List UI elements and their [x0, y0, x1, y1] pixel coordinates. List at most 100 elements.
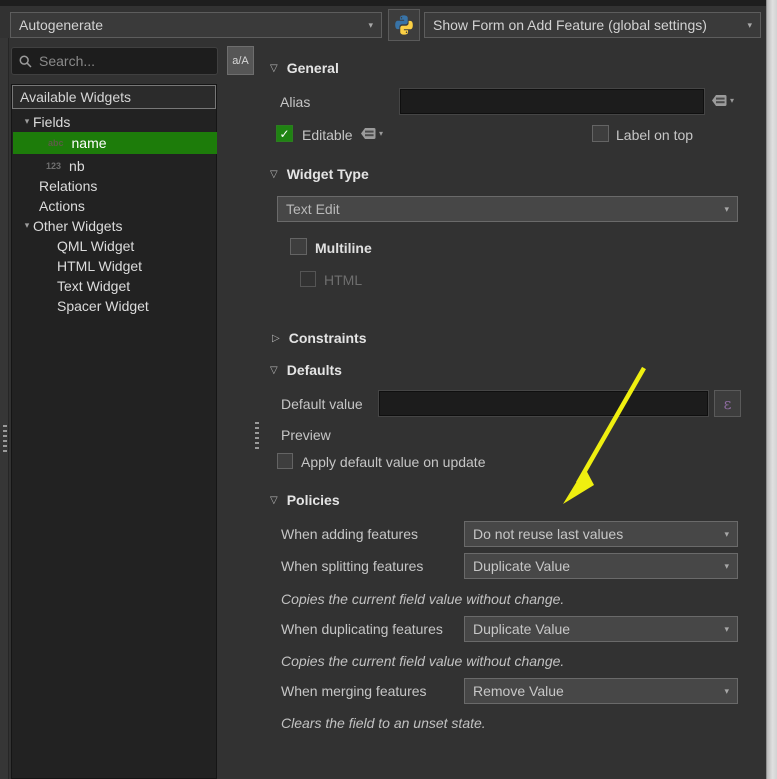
section-title: Widget Type: [287, 166, 369, 182]
section-expanded-icon: ▽: [270, 169, 278, 180]
when-adding-label: When adding features: [281, 526, 418, 542]
layout-mode-dropdown[interactable]: Autogenerate ▾: [10, 12, 382, 38]
label-on-top-checkbox[interactable]: [592, 125, 609, 142]
dock-edge: [0, 38, 9, 779]
tree-item-label: nb: [69, 158, 85, 174]
alias-input-wrap: [400, 89, 704, 114]
when-splitting-dropdown[interactable]: Duplicate Value ▾: [464, 553, 738, 579]
chevron-expanded-icon: ▾: [21, 116, 33, 127]
layout-mode-value: Autogenerate: [19, 17, 362, 33]
tree-item-label: Relations: [39, 178, 97, 194]
alias-input[interactable]: [401, 90, 703, 113]
section-title: Constraints: [289, 330, 367, 346]
numeric-field-type-icon: 123: [46, 161, 61, 171]
when-splitting-label: When splitting features: [281, 558, 423, 574]
python-init-function-button[interactable]: [388, 9, 420, 41]
when-duplicating-label: When duplicating features: [281, 621, 443, 637]
when-duplicating-dropdown[interactable]: Duplicate Value ▾: [464, 616, 738, 642]
tree-item-label: QML Widget: [57, 238, 134, 254]
form-open-behavior-value: Show Form on Add Feature (global setting…: [433, 17, 741, 33]
when-splitting-value: Duplicate Value: [473, 558, 718, 574]
when-duplicating-value: Duplicate Value: [473, 621, 718, 637]
widget-search[interactable]: [11, 47, 218, 75]
tree-item-label: Fields: [33, 114, 70, 130]
tree-item-label: Text Widget: [57, 278, 130, 294]
tree-item-fields[interactable]: ▾ Fields: [13, 111, 217, 132]
section-title: General: [287, 60, 339, 76]
editable-checkbox[interactable]: ✓: [276, 125, 293, 142]
form-open-behavior-dropdown[interactable]: Show Form on Add Feature (global setting…: [424, 12, 761, 38]
tree-item-label: HTML Widget: [57, 258, 142, 274]
attributes-form-settings-panel: Autogenerate ▾ Show Form on Add Feature …: [0, 0, 777, 779]
default-value-input-wrap: [379, 391, 708, 416]
check-icon: ✓: [279, 127, 289, 141]
chevron-down-icon: ▾: [362, 20, 373, 31]
available-widgets-panel: Available Widgets ▾ Fields abc name 123 …: [11, 84, 217, 779]
chevron-down-icon: ▾: [379, 129, 383, 138]
search-input[interactable]: [39, 53, 210, 69]
chevron-down-icon: ▾: [718, 204, 729, 215]
tree-item-label: Actions: [39, 198, 85, 214]
chevron-expanded-icon: ▾: [21, 220, 33, 231]
tree-item-name[interactable]: abc name: [13, 132, 217, 154]
tree-item-nb[interactable]: 123 nb: [13, 155, 217, 176]
apply-default-on-update-checkbox[interactable]: [277, 453, 293, 469]
editable-label: Editable: [302, 127, 353, 143]
section-expanded-icon: ▽: [270, 365, 278, 376]
epsilon-expression-icon: ε: [724, 395, 732, 413]
chevron-down-icon: ▾: [718, 686, 729, 697]
section-title: Defaults: [287, 362, 342, 378]
section-defaults[interactable]: ▽ Defaults: [270, 362, 342, 378]
tree-item-actions[interactable]: Actions: [13, 195, 217, 216]
chevron-down-icon: ▾: [718, 529, 729, 540]
splitting-policy-help: Copies the current field value without c…: [281, 591, 564, 607]
multiline-checkbox[interactable]: [290, 238, 307, 255]
default-value-input[interactable]: [380, 392, 707, 415]
case-sensitive-toggle[interactable]: a/A: [227, 46, 254, 75]
when-merging-label: When merging features: [281, 683, 427, 699]
when-adding-dropdown[interactable]: Do not reuse last values ▾: [464, 521, 738, 547]
editable-override-button[interactable]: ▾: [360, 126, 383, 141]
data-defined-override-icon: [711, 93, 728, 108]
chevron-down-icon: ▾: [718, 561, 729, 572]
tree-item-label: Other Widgets: [33, 218, 122, 234]
annotation-arrow: [550, 358, 660, 513]
html-label: HTML: [324, 272, 362, 288]
section-widget-type[interactable]: ▽ Widget Type: [270, 166, 369, 182]
tree-item-relations[interactable]: Relations: [13, 175, 217, 196]
section-title: Policies: [287, 492, 340, 508]
tree-item-label: name: [72, 135, 107, 151]
html-checkbox: [300, 271, 316, 287]
when-adding-value: Do not reuse last values: [473, 526, 718, 542]
tree-item-label: Spacer Widget: [57, 298, 149, 314]
widget-type-dropdown[interactable]: Text Edit ▾: [277, 196, 738, 222]
panel-splitter-handle[interactable]: [255, 422, 259, 450]
multiline-label: Multiline: [315, 240, 372, 256]
alias-override-button[interactable]: ▾: [711, 93, 734, 108]
when-merging-dropdown[interactable]: Remove Value ▾: [464, 678, 738, 704]
section-general[interactable]: ▽ General: [270, 60, 339, 76]
window-top-edge: [0, 0, 777, 6]
section-policies[interactable]: ▽ Policies: [270, 492, 340, 508]
tree-item-html-widget[interactable]: HTML Widget: [13, 255, 217, 276]
tree-item-other-widgets[interactable]: ▾ Other Widgets: [13, 215, 217, 236]
section-expanded-icon: ▽: [270, 495, 278, 506]
expression-builder-button[interactable]: ε: [714, 390, 741, 417]
default-value-label: Default value: [281, 396, 363, 412]
duplicating-policy-help: Copies the current field value without c…: [281, 653, 564, 669]
alias-label: Alias: [280, 94, 310, 110]
section-expanded-icon: ▽: [270, 63, 278, 74]
tree-item-text-widget[interactable]: Text Widget: [13, 275, 217, 296]
when-merging-value: Remove Value: [473, 683, 718, 699]
dock-splitter-handle[interactable]: [3, 425, 7, 453]
data-defined-override-icon: [360, 126, 377, 141]
tree-item-spacer-widget[interactable]: Spacer Widget: [13, 295, 217, 316]
section-constraints[interactable]: ▷ Constraints: [272, 330, 367, 346]
available-widgets-title: Available Widgets: [20, 89, 131, 105]
tree-item-qml-widget[interactable]: QML Widget: [13, 235, 217, 256]
chevron-down-icon: ▾: [718, 624, 729, 635]
label-on-top-label: Label on top: [616, 127, 693, 143]
chevron-down-icon: ▾: [730, 96, 734, 105]
apply-default-on-update-label: Apply default value on update: [301, 454, 485, 470]
vertical-scrollbar[interactable]: [766, 0, 777, 779]
